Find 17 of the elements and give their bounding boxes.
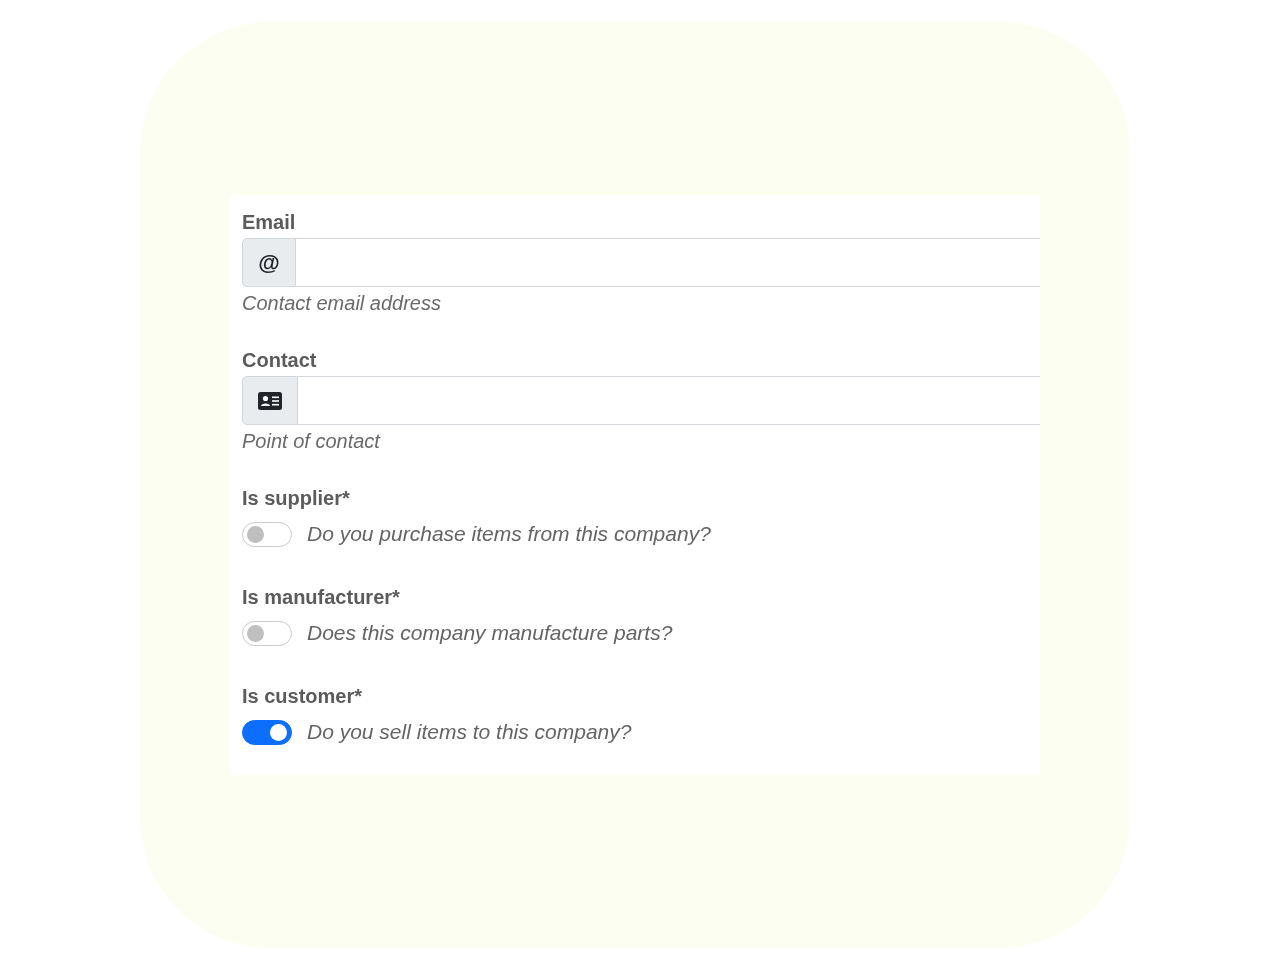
switch-label: Is supplier* [242, 486, 350, 511]
switch-label: Is customer* [242, 684, 363, 709]
switch-description: Do you sell items to this company? [307, 719, 632, 745]
id-card-icon [258, 391, 282, 410]
switch-description: Do you purchase items from this company? [307, 521, 711, 547]
help-text: Contact email address [242, 291, 441, 316]
toggle-switch[interactable] [242, 521, 292, 547]
help-text: Point of contact [242, 429, 380, 454]
text-input[interactable] [298, 376, 1040, 425]
field-label: Contact [242, 348, 317, 373]
toggle-switch[interactable] [242, 719, 292, 745]
switch-description: Does this company manufacture parts? [307, 620, 673, 646]
at-sign-prefix: @ [242, 238, 296, 287]
toggle-switch[interactable] [242, 620, 292, 646]
field-label: Email [242, 210, 296, 235]
switch-label: Is manufacturer* [242, 585, 400, 610]
text-input[interactable] [296, 238, 1040, 287]
